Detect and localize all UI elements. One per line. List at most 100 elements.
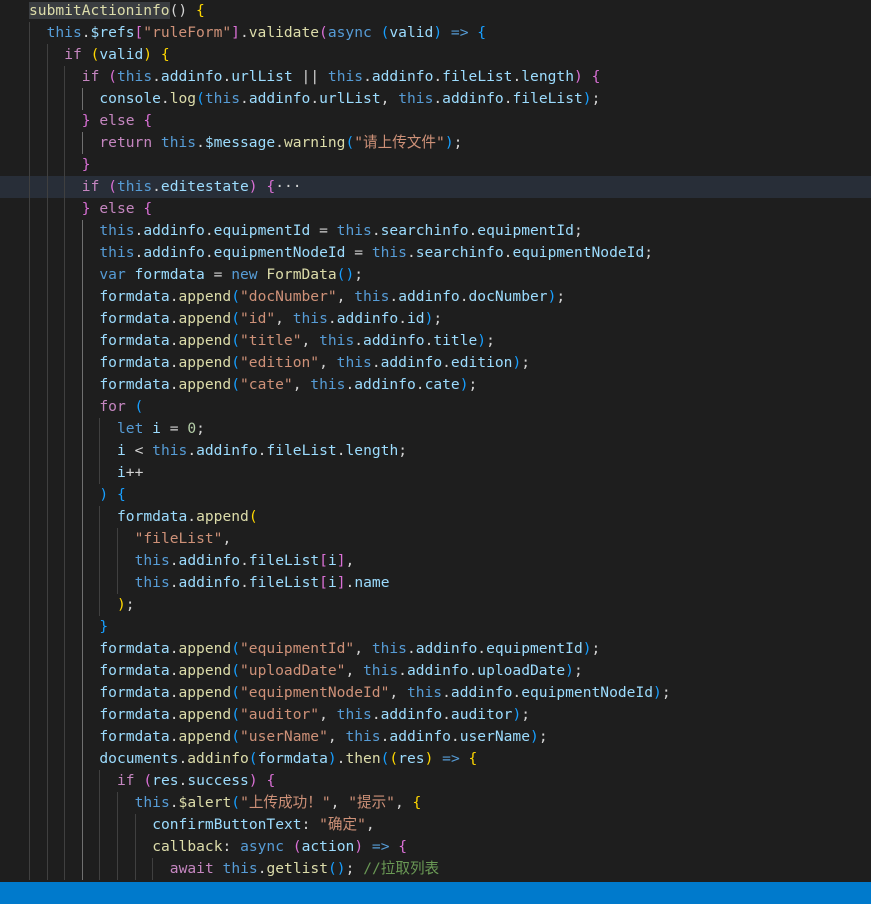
- code-token: .: [363, 68, 372, 85]
- code-token: .: [336, 442, 346, 459]
- indent-guide: [64, 242, 66, 264]
- code-line[interactable]: formdata.append(: [0, 506, 871, 528]
- code-line[interactable]: documents.addinfo(formdata).then((res) =…: [0, 748, 871, 770]
- code-text: this.addinfo.equipmentId = this.searchin…: [99, 220, 582, 242]
- code-text: return this.$message.warning("请上传文件");: [99, 132, 462, 154]
- code-editor[interactable]: submitActioninfo() {this.$refs["ruleForm…: [0, 0, 871, 882]
- code-token: .: [310, 90, 320, 107]
- code-token: =: [204, 266, 232, 283]
- indent-guide: [81, 594, 83, 616]
- code-line[interactable]: } else {: [0, 198, 871, 220]
- code-text: this.addinfo.fileList[i].name: [135, 572, 390, 594]
- code-line[interactable]: this.addinfo.equipmentNodeId = this.sear…: [0, 242, 871, 264]
- code-line[interactable]: formdata.append("title", this.addinfo.ti…: [0, 330, 871, 352]
- code-line[interactable]: if (this.editestate) {···: [0, 176, 871, 198]
- code-line[interactable]: confirmButtonText: "确定",: [0, 814, 871, 836]
- code-token: equipmentNodeId: [521, 684, 654, 701]
- code-token: append: [178, 662, 232, 679]
- code-token: .: [406, 244, 416, 261]
- code-line[interactable]: this.addinfo.equipmentId = this.searchin…: [0, 220, 871, 242]
- code-token: .: [160, 90, 170, 107]
- code-line[interactable]: submitActioninfo() {: [0, 0, 871, 22]
- indent-guide: [99, 770, 101, 792]
- indent-guide: [29, 44, 30, 66]
- code-token: this: [336, 706, 372, 723]
- code-text: let i = 0;: [117, 418, 205, 440]
- code-line[interactable]: }: [0, 154, 871, 176]
- indent-guide: [29, 528, 30, 550]
- indent-guide: [81, 308, 83, 330]
- indent-guide: [81, 616, 83, 638]
- code-line[interactable]: console.log(this.addinfo.urlList, this.a…: [0, 88, 871, 110]
- code-token: ;: [556, 288, 566, 305]
- folded-region-ellipsis[interactable]: ···: [275, 178, 301, 195]
- code-token: .: [240, 552, 249, 569]
- indent-guide: [64, 682, 66, 704]
- code-token: if: [64, 46, 82, 63]
- code-line[interactable]: callback: async (action) => {: [0, 836, 871, 858]
- code-token: ,: [327, 728, 346, 745]
- indent-guide: [29, 396, 30, 418]
- code-line[interactable]: this.$alert("上传成功！", "提示", {: [0, 792, 871, 814]
- code-line[interactable]: for (: [0, 396, 871, 418]
- code-line[interactable]: formdata.append("edition", this.addinfo.…: [0, 352, 871, 374]
- code-token: ;: [538, 728, 548, 745]
- code-line[interactable]: formdata.append("userName", this.addinfo…: [0, 726, 871, 748]
- code-line[interactable]: return this.$message.warning("请上传文件");: [0, 132, 871, 154]
- code-line[interactable]: formdata. append("equipmentNodeId", this.…: [0, 682, 871, 704]
- code-line[interactable]: this.addinfo.fileList[i].name: [0, 572, 871, 594]
- code-line[interactable]: this.addinfo.fileList[i],: [0, 550, 871, 572]
- code-line[interactable]: }: [0, 616, 871, 638]
- code-token: addinfo: [371, 68, 434, 85]
- code-token: append: [178, 728, 232, 745]
- code-line[interactable]: let i = 0;: [0, 418, 871, 440]
- code-token: formdata: [99, 640, 170, 657]
- code-token: .: [477, 640, 487, 657]
- code-line[interactable]: var formdata = new FormData();: [0, 264, 871, 286]
- indent-guide: [46, 440, 48, 462]
- code-token: addinfo: [354, 376, 416, 393]
- code-text: formdata.append(: [117, 506, 258, 528]
- indent-guide: [64, 132, 66, 154]
- code-token: return: [99, 134, 153, 151]
- code-token: $message: [204, 134, 276, 151]
- code-line[interactable]: "fileList",: [0, 528, 871, 550]
- code-line[interactable]: formdata. append("equipmentId", this.addi…: [0, 638, 871, 660]
- indent-guide: [46, 176, 48, 198]
- code-token: this: [336, 354, 372, 371]
- indent-guide: [46, 858, 48, 880]
- code-line[interactable]: if (valid) {: [0, 44, 871, 66]
- code-line[interactable]: if (this.addinfo.urlList || this.addinfo…: [0, 66, 871, 88]
- code-line[interactable]: formdata.append("auditor", this.addinfo.…: [0, 704, 871, 726]
- indent-guide: [46, 616, 48, 638]
- code-line[interactable]: i++: [0, 462, 871, 484]
- code-line[interactable]: formdata. append("uploadDate", this.addin…: [0, 660, 871, 682]
- indent-guide: [81, 484, 83, 506]
- code-line[interactable]: if (res.success) {: [0, 770, 871, 792]
- code-line[interactable]: formdata.append("id", this.addinfo.id);: [0, 308, 871, 330]
- code-token: append: [178, 640, 232, 657]
- code-line[interactable]: await this.getlist(); //拉取列表: [0, 858, 871, 880]
- code-token: ,: [330, 794, 349, 811]
- code-token: formdata: [134, 266, 205, 283]
- code-line[interactable]: this.$refs["ruleForm"].validate(async (v…: [0, 22, 871, 44]
- code-line[interactable]: formdata. append("docNumber", this.addinf…: [0, 286, 871, 308]
- indent-guide: [29, 220, 30, 242]
- code-token: urlList: [231, 68, 293, 85]
- indent-guide: [99, 836, 101, 858]
- code-line[interactable]: formdata.append("cate", this.addinfo.cat…: [0, 374, 871, 396]
- indent-guide: [81, 726, 83, 748]
- indent-guide: [29, 726, 30, 748]
- indent-guide: [81, 572, 83, 594]
- code-line[interactable]: ) {: [0, 484, 871, 506]
- code-token: searchinfo: [380, 222, 469, 239]
- code-line[interactable]: i < this.addinfo.fileList.length;: [0, 440, 871, 462]
- code-token: ;: [453, 134, 463, 151]
- indent-guide: [117, 572, 118, 594]
- code-line[interactable]: } else {: [0, 110, 871, 132]
- code-token: await: [169, 860, 214, 877]
- indent-guide: [64, 748, 66, 770]
- code-token: (: [108, 68, 117, 85]
- code-line[interactable]: );: [0, 594, 871, 616]
